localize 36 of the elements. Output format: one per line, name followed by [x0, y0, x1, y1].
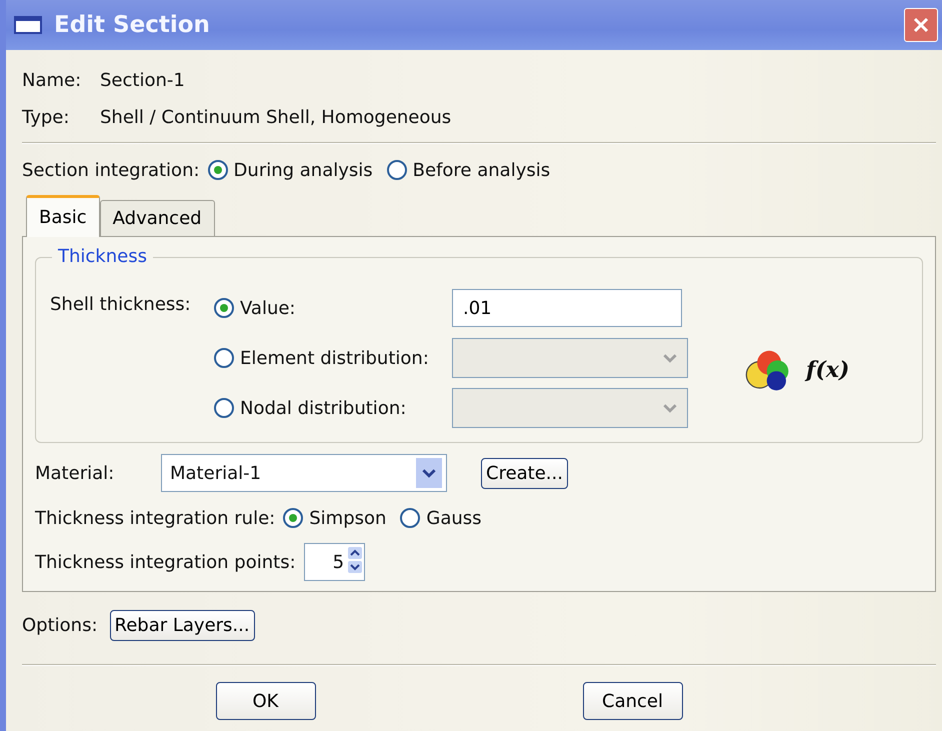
radio-label[interactable]: Value:	[240, 298, 296, 318]
create-button[interactable]: Create...	[481, 458, 568, 488]
window-icon	[14, 16, 42, 34]
tab[interactable]: Advanced	[100, 200, 215, 236]
spin-box[interactable]: 5	[304, 543, 366, 581]
close-button[interactable]	[904, 8, 938, 42]
radio-button[interactable]	[283, 508, 304, 528]
radio-button[interactable]	[208, 160, 228, 180]
field-value: Shell / Continuum Shell, Homogeneous	[100, 107, 452, 128]
input-field[interactable]: .01	[452, 289, 682, 327]
radio-label[interactable]: Before analysis	[412, 160, 550, 180]
dialog-button[interactable]: OK	[216, 682, 316, 720]
rebar-layers-button[interactable]: Rebar Layers...	[110, 610, 255, 640]
field-label: Name:	[22, 70, 82, 91]
radio-button[interactable]	[400, 508, 420, 528]
radio-label[interactable]: During analysis	[234, 160, 373, 180]
radio-label[interactable]: Simpson	[309, 508, 386, 528]
radio-button[interactable]	[386, 160, 407, 180]
dialog-button[interactable]: Cancel	[582, 682, 682, 720]
material-dropdown[interactable]: Material-1	[161, 454, 447, 492]
field-label: Section integration:	[22, 160, 200, 180]
caret-icon[interactable]	[422, 467, 436, 479]
radio-button[interactable]	[214, 298, 234, 318]
radio-label[interactable]: Gauss	[426, 508, 482, 528]
spinner-arrows-icon[interactable]	[348, 546, 362, 572]
field-label: Type:	[22, 107, 70, 128]
field-label: Thickness integration rule:	[35, 508, 276, 528]
field-label: Shell thickness:	[50, 294, 192, 315]
window-title: Edit Section	[54, 12, 211, 38]
field-label: Thickness integration points:	[35, 552, 296, 572]
function-label[interactable]: f(x)	[806, 357, 850, 383]
tab[interactable]: Basic	[26, 195, 100, 237]
close-icon[interactable]	[911, 15, 931, 35]
field-label: Options:	[22, 614, 98, 636]
field-value: Section-1	[100, 70, 185, 91]
field-label: Material:	[35, 462, 116, 484]
